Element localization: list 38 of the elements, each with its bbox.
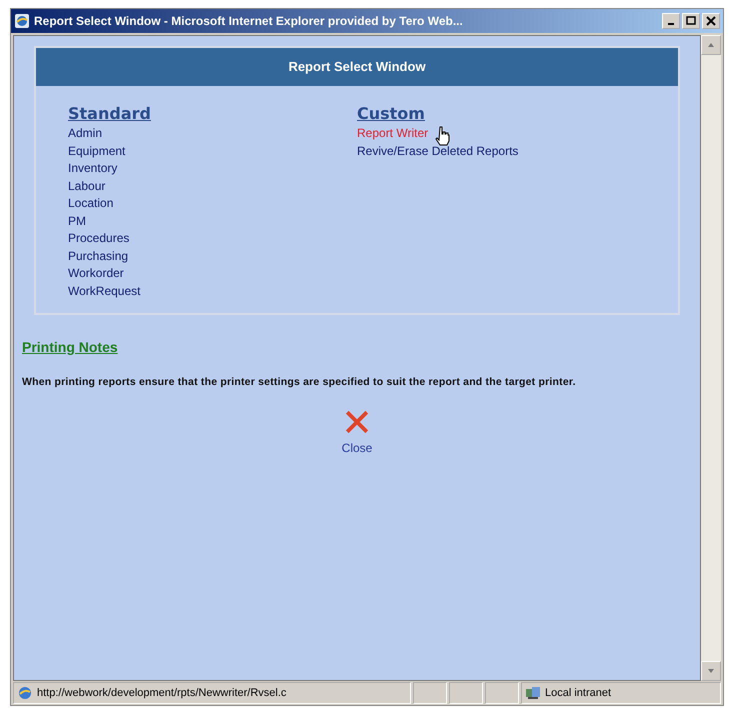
status-pane <box>413 682 447 704</box>
close-button[interactable] <box>702 13 720 29</box>
intranet-icon <box>525 685 541 701</box>
report-link[interactable]: Labour <box>68 178 106 192</box>
scroll-down-button[interactable] <box>701 661 721 681</box>
scroll-up-button[interactable] <box>701 35 721 55</box>
page-icon <box>17 685 33 701</box>
notes-text: When printing reports ensure that the printer settings are specified to suit the report and the target printer. <box>22 375 577 390</box>
status-url: http://webwork/development/rpts/Newwriter/Rvsel.c <box>37 687 286 699</box>
report-link[interactable]: PM <box>68 214 86 228</box>
status-pane <box>449 682 483 704</box>
report-link[interactable]: Inventory <box>68 161 118 175</box>
maximize-icon <box>686 16 696 26</box>
close-link[interactable]: Close <box>342 441 372 455</box>
caret-up-icon <box>707 41 715 49</box>
minimize-icon <box>668 23 674 25</box>
maximize-button[interactable] <box>682 13 700 29</box>
report-link[interactable]: Location <box>68 196 114 210</box>
zone-label: Local intranet <box>545 687 612 699</box>
window-title: Report Select Window - Microsoft Internet Explorer provided by Tero Web... <box>34 14 464 28</box>
close-icon[interactable] <box>344 409 370 435</box>
report-link[interactable]: Revive/Erase Deleted Reports <box>357 144 518 158</box>
section-heading-link[interactable]: Standard <box>68 104 151 123</box>
report-link[interactable]: Equipment <box>68 144 126 158</box>
panel-header: Report Select Window <box>36 48 678 86</box>
report-link[interactable]: Purchasing <box>68 248 128 262</box>
close-x-icon <box>706 16 716 26</box>
status-pane <box>485 682 519 704</box>
report-link[interactable]: WorkRequest <box>68 284 140 298</box>
caret-down-icon <box>707 667 715 675</box>
hand-cursor-icon <box>435 126 451 146</box>
minimize-button[interactable] <box>662 13 680 29</box>
section-heading-link[interactable]: Custom <box>357 104 425 123</box>
report-link[interactable]: Procedures <box>68 231 130 245</box>
report-link[interactable]: Admin <box>68 126 102 140</box>
scrollbar[interactable] <box>701 35 721 681</box>
report-link[interactable]: Workorder <box>68 266 124 280</box>
browser-icon <box>14 13 30 29</box>
